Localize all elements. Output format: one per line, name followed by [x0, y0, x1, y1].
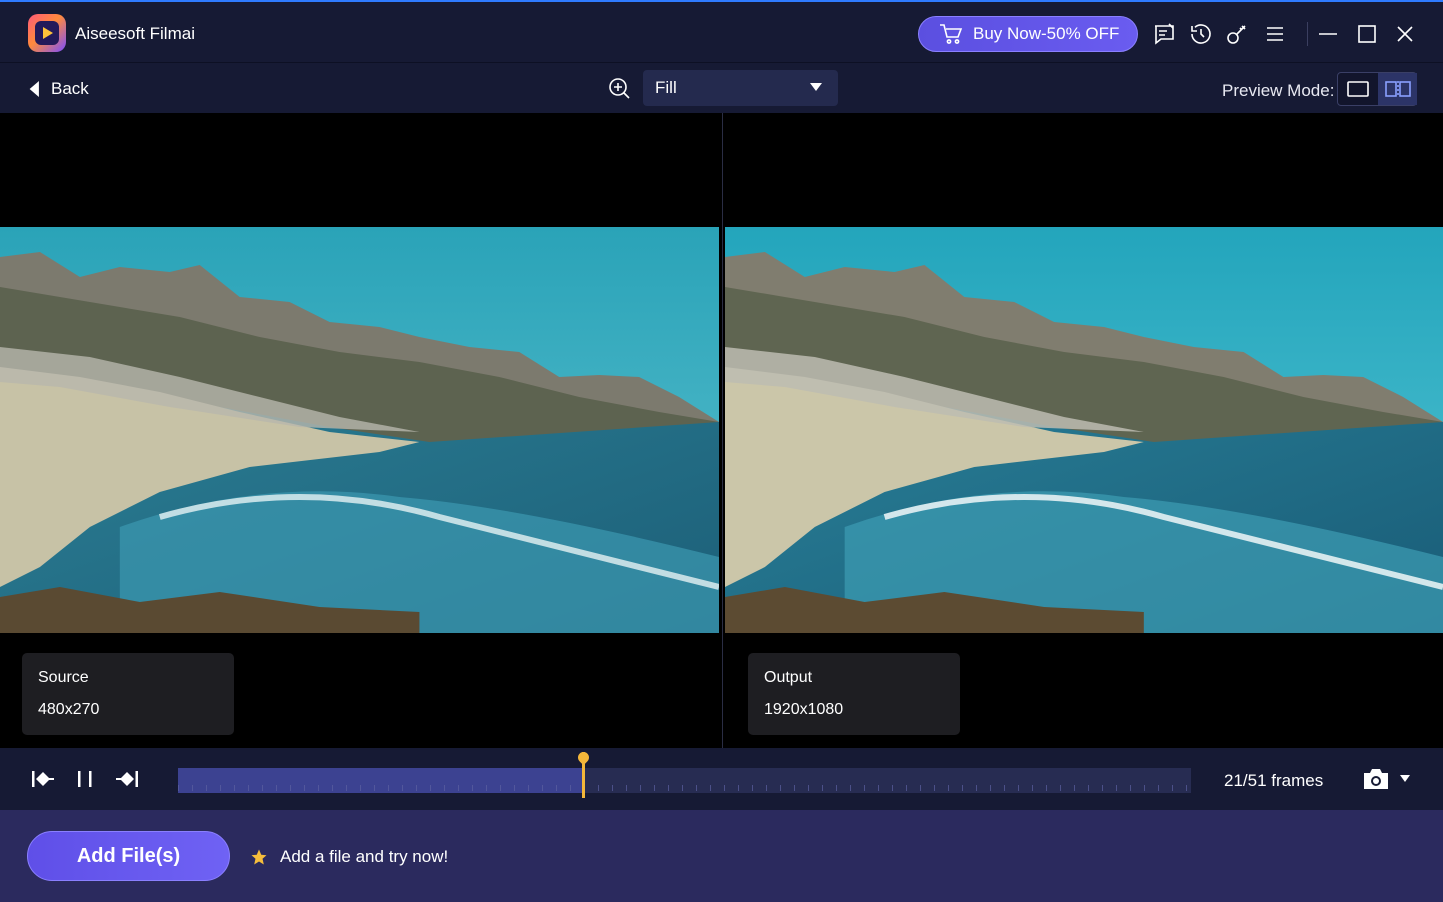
playhead-handle[interactable]	[582, 752, 585, 798]
source-info-box: Source 480x270	[22, 653, 234, 735]
single-view-button[interactable]	[1338, 73, 1378, 105]
title-bar: Aiseesoft Filmai Buy Now-50% OFF	[0, 0, 1443, 62]
hint-message: Add a file and try now!	[250, 847, 448, 867]
next-frame-icon[interactable]	[114, 768, 140, 790]
timeline-ticks	[178, 785, 1191, 791]
preview-mode-label: Preview Mode:	[1222, 81, 1335, 100]
feedback-icon[interactable]	[1152, 22, 1176, 46]
app-title: Aiseesoft Filmai	[75, 24, 195, 43]
zoom-in-icon[interactable]	[607, 76, 631, 100]
toolbar: Back Fill Preview Mode:	[0, 62, 1443, 113]
output-info-box: Output 1920x1080	[748, 653, 960, 735]
camera-icon[interactable]	[1361, 766, 1391, 792]
source-resolution: 480x270	[38, 701, 100, 718]
back-button[interactable]: Back	[28, 79, 89, 99]
fit-mode-select[interactable]: Fill	[643, 70, 838, 106]
source-label: Source	[38, 669, 89, 686]
source-video-frame	[0, 227, 719, 633]
player-controls: 21/51 frames	[0, 748, 1443, 810]
split-view-icon	[1384, 81, 1411, 97]
buy-now-button[interactable]: Buy Now-50% OFF	[918, 16, 1138, 52]
title-separator	[1307, 22, 1308, 46]
history-icon[interactable]	[1189, 22, 1213, 46]
app-logo-icon	[28, 14, 66, 52]
back-label: Back	[51, 79, 89, 98]
output-resolution: 1920x1080	[764, 701, 844, 718]
single-view-icon	[1347, 81, 1369, 97]
pause-icon[interactable]	[72, 768, 98, 790]
preview-mode-toggle	[1337, 72, 1417, 106]
previous-frame-icon[interactable]	[30, 768, 56, 790]
chevron-down-icon	[810, 83, 822, 91]
back-arrow-icon	[29, 81, 39, 97]
buy-now-label: Buy Now-50% OFF	[973, 24, 1120, 43]
fit-mode-value: Fill	[655, 78, 677, 97]
frame-timeline[interactable]	[178, 768, 1191, 793]
preview-area: Source 480x270 Output 1920x1080	[0, 113, 1443, 748]
minimize-icon[interactable]	[1316, 22, 1340, 46]
add-files-button[interactable]: Add File(s)	[27, 831, 230, 881]
menu-icon[interactable]	[1263, 22, 1287, 46]
hint-text: Add a file and try now!	[280, 847, 449, 866]
cart-icon	[940, 24, 963, 44]
bottom-bar: Add File(s) Add a file and try now!	[0, 810, 1443, 902]
maximize-icon[interactable]	[1355, 22, 1379, 46]
output-video-frame	[725, 227, 1443, 633]
key-icon[interactable]	[1225, 22, 1249, 46]
output-label: Output	[764, 669, 813, 686]
close-icon[interactable]	[1393, 22, 1417, 46]
frame-counter: 21/51 frames	[1224, 771, 1324, 790]
split-view-button[interactable]	[1378, 73, 1417, 105]
star-icon	[251, 849, 267, 865]
preview-divider[interactable]	[722, 113, 723, 748]
snapshot-options-chevron-icon[interactable]	[1400, 775, 1410, 782]
